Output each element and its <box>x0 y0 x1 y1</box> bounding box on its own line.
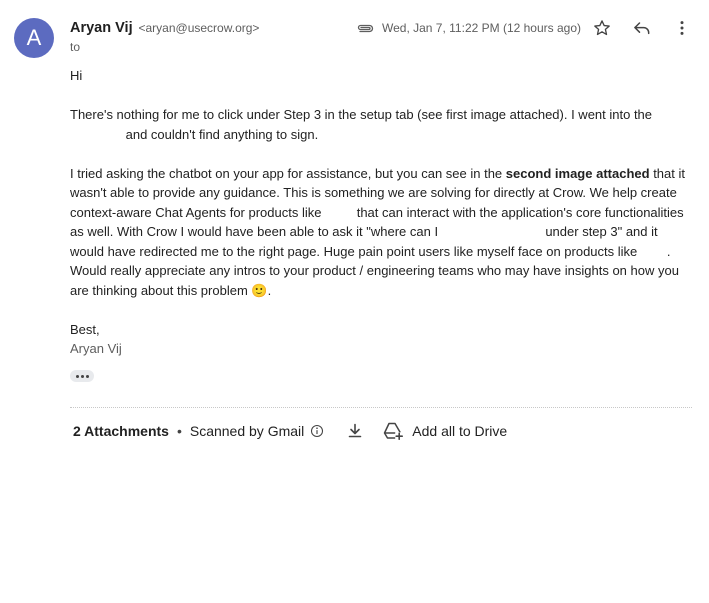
signature: Aryan Vij <box>70 341 122 356</box>
paragraph-2-end: . <box>267 282 272 298</box>
redacted-text <box>325 204 354 217</box>
more-vert-icon <box>680 21 684 35</box>
redacted-text <box>640 243 667 256</box>
greeting: Hi <box>70 68 83 83</box>
redacted-text <box>441 224 542 236</box>
add-all-to-drive-button[interactable]: Add all to Drive <box>382 421 507 441</box>
to-label: to <box>70 40 81 54</box>
dot-icon <box>85 374 89 378</box>
sender-avatar[interactable]: A <box>14 18 54 58</box>
sender-name[interactable]: Aryan Vij <box>70 20 133 36</box>
separator: • <box>176 423 182 439</box>
star-icon <box>594 20 610 36</box>
attachment-icon <box>356 21 374 35</box>
paragraph-1-end: and couldn't find anything to sign. <box>125 126 319 142</box>
show-trimmed-content-button[interactable] <box>70 370 94 382</box>
message-body: Hi There's nothing for me to click under… <box>70 66 692 359</box>
paragraph-1-text: There's nothing for me to click under St… <box>70 107 653 122</box>
sender-line: Aryan Vij <aryan@usecrow.org> <box>70 19 259 36</box>
paragraph-2: I tried asking the chatbot on your app f… <box>70 164 692 301</box>
download-all-button[interactable] <box>346 422 364 440</box>
dot-icon <box>80 374 84 378</box>
scanned-by-gmail-label: Scanned by Gmail <box>189 423 305 439</box>
smiley-emoji: 🙂 <box>251 282 268 298</box>
more-options-button[interactable] <box>670 16 694 40</box>
redacted-text <box>655 107 676 119</box>
attachments-bar: 2 Attachments • Scanned by Gmail Add all… <box>73 420 507 442</box>
message-meta: Wed, Jan 7, 11:22 PM (12 hours ago) <box>356 18 581 38</box>
sender-email: <aryan@usecrow.org> <box>138 21 260 35</box>
recipient-line[interactable]: to <box>70 40 80 54</box>
paragraph-1: There's nothing for me to click under St… <box>70 105 692 144</box>
info-icon[interactable] <box>310 424 324 438</box>
dot-icon <box>75 374 79 378</box>
add-to-drive-icon <box>384 422 404 441</box>
download-icon <box>348 423 362 438</box>
reply-icon <box>634 22 650 35</box>
paragraph-2-bold: second image attached <box>505 165 650 181</box>
star-button[interactable] <box>590 16 614 40</box>
message-date: Wed, Jan 7, 11:22 PM (12 hours ago) <box>382 21 582 35</box>
reply-button[interactable] <box>630 16 654 40</box>
redacted-text <box>70 126 122 139</box>
add-all-to-drive-label: Add all to Drive <box>412 423 508 439</box>
signoff: Best, <box>70 321 100 337</box>
attachments-count: 2 Attachments <box>73 423 169 439</box>
paragraph-2-text: I tried asking the chatbot on your app f… <box>70 165 503 181</box>
attachments-divider <box>70 407 692 408</box>
